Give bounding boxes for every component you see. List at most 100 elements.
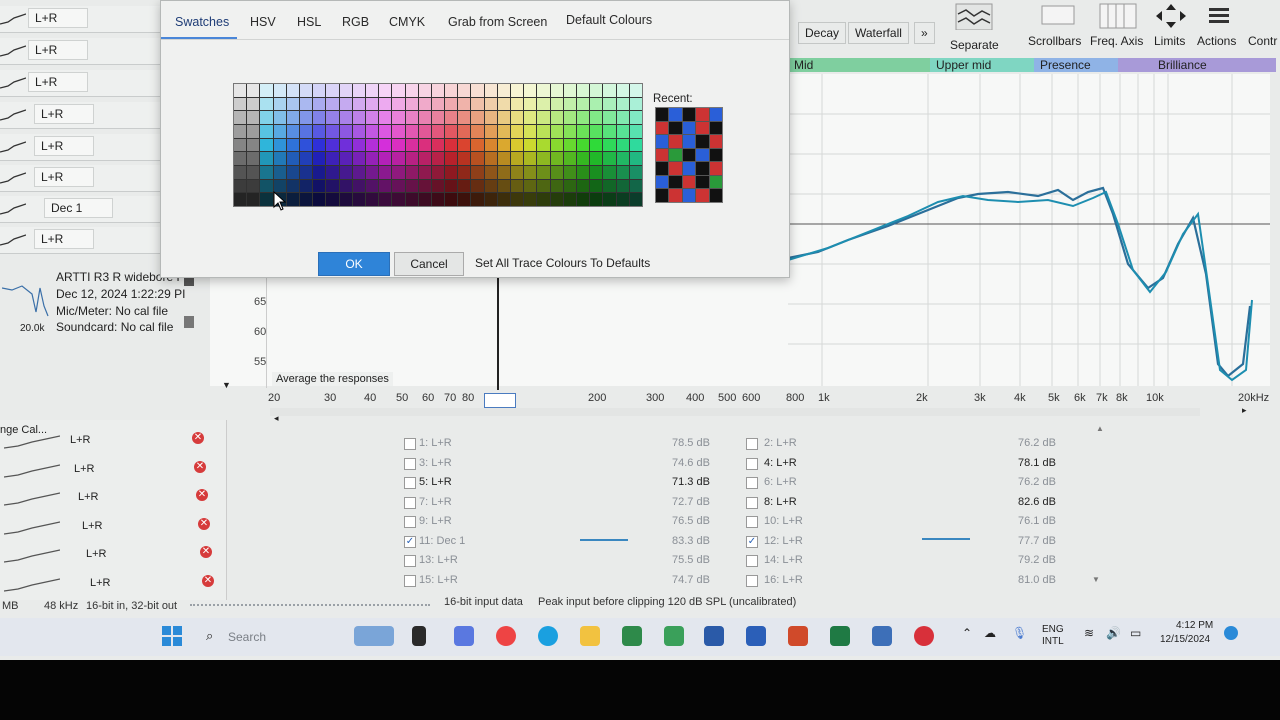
swatch-cell[interactable] xyxy=(563,97,577,111)
clock-date[interactable]: 12/15/2024 xyxy=(1160,634,1210,645)
swatch-cell[interactable] xyxy=(616,193,629,206)
swatch-cell[interactable] xyxy=(458,138,471,152)
swatch-cell[interactable] xyxy=(234,125,247,138)
swatch-cell[interactable] xyxy=(260,193,273,206)
swatch-cell[interactable] xyxy=(418,125,431,138)
remove-trace-icon[interactable]: ✕ xyxy=(198,517,210,530)
swatch-cell[interactable] xyxy=(458,111,471,124)
swatch-cell[interactable] xyxy=(524,193,537,206)
search-icon[interactable]: ⌕ xyxy=(206,628,213,644)
swatch-cell[interactable] xyxy=(326,152,339,165)
swatch-cell[interactable] xyxy=(392,111,405,124)
recent-swatch[interactable] xyxy=(696,108,709,121)
trace-checkbox[interactable] xyxy=(404,516,416,528)
trace-checkbox[interactable] xyxy=(746,457,758,470)
tab-cmyk[interactable]: CMYK xyxy=(389,15,425,29)
trace-checkbox[interactable] xyxy=(746,574,758,587)
spreadsheet-app-icon[interactable] xyxy=(664,626,684,646)
swatch-cell[interactable] xyxy=(550,166,563,179)
trace-checkbox[interactable] xyxy=(746,555,758,567)
swatch-cell[interactable] xyxy=(603,111,616,124)
measurement-info[interactable]: 20.0k ARTTI R3 R widebore F Dec 12, 2024… xyxy=(0,270,210,340)
swatch-cell[interactable] xyxy=(260,138,273,152)
swatch-cell[interactable] xyxy=(247,125,260,138)
swatch-cell[interactable] xyxy=(299,166,313,179)
swatch-cell[interactable] xyxy=(484,125,497,138)
swatch-cell[interactable] xyxy=(471,84,484,97)
lower-trace-row[interactable]: L+R ✕ xyxy=(0,516,224,540)
swatch-cell[interactable] xyxy=(458,179,471,193)
swatch-cell[interactable] xyxy=(590,97,603,111)
swatch-cell[interactable] xyxy=(471,111,484,124)
swatch-cell[interactable] xyxy=(577,125,590,138)
swatch-cell[interactable] xyxy=(524,166,537,179)
swatch-cell[interactable] xyxy=(273,111,286,124)
swatch-cell[interactable] xyxy=(299,179,313,193)
swatch-cell[interactable] xyxy=(247,97,260,111)
swatch-cell[interactable] xyxy=(365,179,379,193)
swatch-cell[interactable] xyxy=(379,125,392,138)
swatch-cell[interactable] xyxy=(629,193,642,206)
clock-time[interactable]: 4:12 PM xyxy=(1176,620,1213,631)
more-button[interactable]: » xyxy=(914,22,935,44)
swatch-cell[interactable] xyxy=(352,111,365,124)
swatch-cell[interactable] xyxy=(603,138,616,152)
swatch-cell[interactable] xyxy=(550,179,563,193)
tab-hsl[interactable]: HSL xyxy=(297,15,321,29)
swatch-cell[interactable] xyxy=(418,84,431,97)
swatch-cell[interactable] xyxy=(339,166,352,179)
swatch-cell[interactable] xyxy=(339,193,352,206)
swatch-cell[interactable] xyxy=(299,193,313,206)
swatch-cell[interactable] xyxy=(286,138,299,152)
swatch-cell[interactable] xyxy=(431,193,445,206)
scroll-up-icon[interactable]: ▲ xyxy=(1096,424,1104,433)
swatch-cell[interactable] xyxy=(524,138,537,152)
recent-swatch[interactable] xyxy=(656,135,669,148)
excel-icon[interactable] xyxy=(830,626,850,646)
swatch-cell[interactable] xyxy=(326,193,339,206)
separate-icon[interactable] xyxy=(954,2,994,30)
recent-swatch[interactable] xyxy=(669,175,682,189)
trace-checkbox[interactable] xyxy=(746,496,758,509)
swatch-cell[interactable] xyxy=(445,97,458,111)
recent-swatch[interactable] xyxy=(669,121,682,135)
swatch-cell[interactable] xyxy=(590,84,603,97)
swatch-grid[interactable] xyxy=(233,83,643,207)
trace-item[interactable]: L+R xyxy=(0,227,170,254)
trace-item[interactable]: L+R xyxy=(0,134,170,161)
windows-start-icon[interactable] xyxy=(162,626,182,646)
swatch-cell[interactable] xyxy=(365,125,379,138)
swatch-cell[interactable] xyxy=(511,179,524,193)
swatch-cell[interactable] xyxy=(484,193,497,206)
swatch-cell[interactable] xyxy=(524,152,537,165)
swatch-cell[interactable] xyxy=(352,152,365,165)
swatch-cell[interactable] xyxy=(352,125,365,138)
horizontal-scrollbar[interactable] xyxy=(270,408,1200,416)
tab-swatches[interactable]: Swatches xyxy=(175,15,229,29)
swatch-cell[interactable] xyxy=(379,166,392,179)
swatch-cell[interactable] xyxy=(352,179,365,193)
recent-swatch[interactable] xyxy=(696,135,709,148)
swatch-cell[interactable] xyxy=(603,97,616,111)
word-icon[interactable] xyxy=(746,626,766,646)
swatch-cell[interactable] xyxy=(260,152,273,165)
recent-swatch[interactable] xyxy=(656,189,669,202)
search-input[interactable]: Search xyxy=(228,630,266,644)
store-icon[interactable] xyxy=(872,626,892,646)
trace-checkbox[interactable] xyxy=(404,457,416,470)
recent-swatch[interactable] xyxy=(656,148,669,162)
swatch-cell[interactable] xyxy=(497,179,511,193)
recent-swatch[interactable] xyxy=(682,135,696,148)
recent-swatch[interactable] xyxy=(682,148,696,162)
swatch-cell[interactable] xyxy=(326,166,339,179)
swatch-cell[interactable] xyxy=(286,166,299,179)
swatch-cell[interactable] xyxy=(313,152,326,165)
swatch-cell[interactable] xyxy=(313,138,326,152)
battery-icon[interactable]: ▭ xyxy=(1130,626,1141,640)
trace-item[interactable]: Dec 1 xyxy=(0,196,170,223)
swatch-cell[interactable] xyxy=(616,166,629,179)
swatch-cell[interactable] xyxy=(299,152,313,165)
swatch-cell[interactable] xyxy=(563,179,577,193)
swatch-cell[interactable] xyxy=(577,193,590,206)
swatch-cell[interactable] xyxy=(326,84,339,97)
